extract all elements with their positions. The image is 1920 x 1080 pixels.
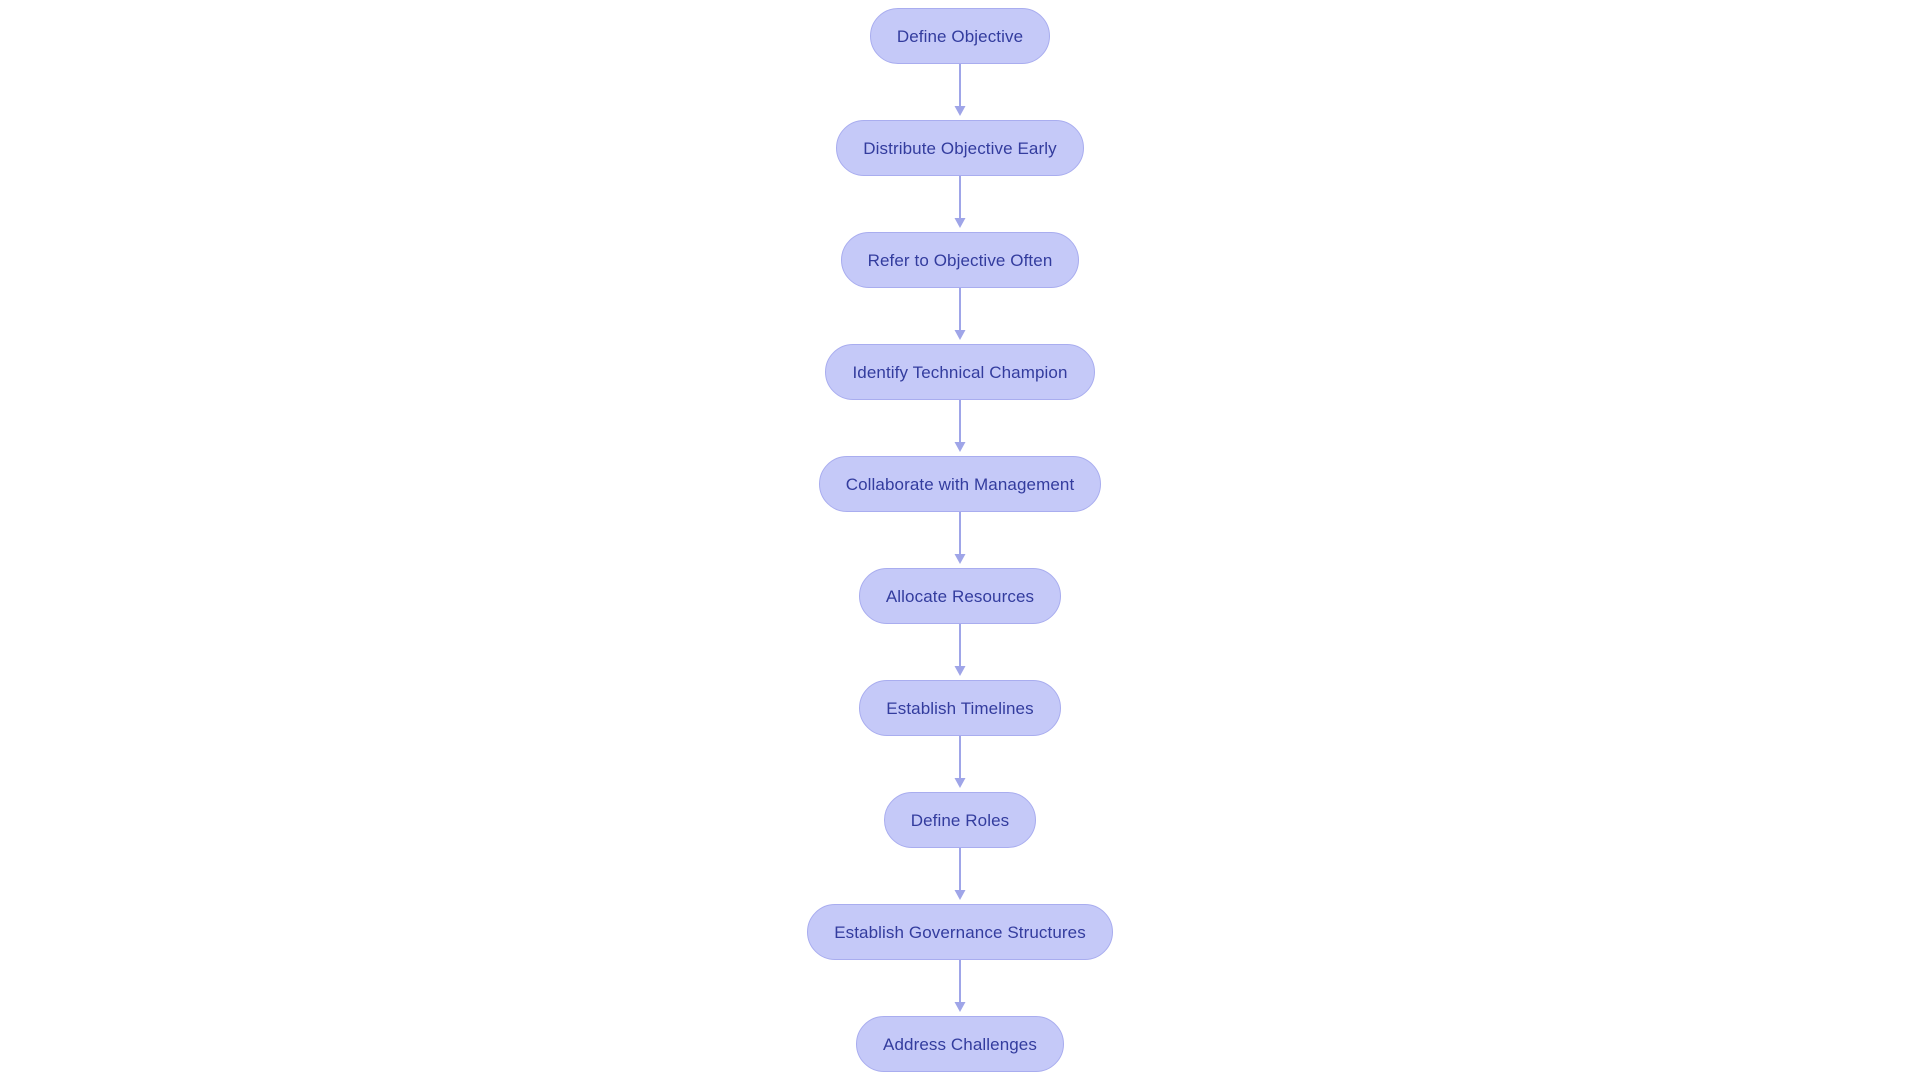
flow-node-define-objective[interactable]: Define Objective xyxy=(869,8,1051,64)
flow-connector-4 xyxy=(948,400,972,456)
flow-node-establish-governance-structures[interactable]: Establish Governance Structures xyxy=(807,904,1113,960)
arrow-down-icon xyxy=(954,106,966,116)
arrow-down-icon xyxy=(954,666,966,676)
arrow-down-icon xyxy=(954,330,966,340)
flow-node-label: Refer to Objective Often xyxy=(867,250,1053,270)
flow-node-identify-technical-champion[interactable]: Identify Technical Champion xyxy=(825,344,1095,400)
flow-connector-6 xyxy=(948,624,972,680)
flowchart-node-chain: Define Objective Distribute Objective Ea… xyxy=(0,0,1920,1080)
flow-node-allocate-resources[interactable]: Allocate Resources xyxy=(858,568,1062,624)
flow-connector-7 xyxy=(948,736,972,792)
flow-node-label: Establish Timelines xyxy=(886,698,1034,718)
flow-connector-8 xyxy=(948,848,972,904)
flow-connector-3 xyxy=(948,288,972,344)
flow-node-distribute-objective-early[interactable]: Distribute Objective Early xyxy=(836,120,1084,176)
flow-connector-1 xyxy=(948,64,972,120)
flow-connector-9 xyxy=(948,960,972,1016)
arrow-down-icon xyxy=(954,778,966,788)
flow-node-collaborate-with-management[interactable]: Collaborate with Management xyxy=(818,456,1102,512)
arrow-down-icon xyxy=(954,1002,966,1012)
flowchart-canvas: Define Objective Distribute Objective Ea… xyxy=(0,0,1920,1080)
flow-connector-2 xyxy=(948,176,972,232)
flow-node-label: Distribute Objective Early xyxy=(863,138,1057,158)
flow-node-label: Define Objective xyxy=(896,26,1024,46)
flow-node-refer-to-objective-often[interactable]: Refer to Objective Often xyxy=(840,232,1080,288)
flow-node-label: Collaborate with Management xyxy=(845,474,1075,494)
flow-node-label: Address Challenges xyxy=(883,1034,1037,1054)
arrow-down-icon xyxy=(954,890,966,900)
arrow-down-icon xyxy=(954,442,966,452)
flow-node-label: Allocate Resources xyxy=(885,586,1035,606)
flow-node-label: Identify Technical Champion xyxy=(852,362,1068,382)
flow-node-address-challenges[interactable]: Address Challenges xyxy=(856,1016,1064,1072)
flow-node-establish-timelines[interactable]: Establish Timelines xyxy=(859,680,1061,736)
flow-node-label: Establish Governance Structures xyxy=(834,922,1086,942)
flow-node-label: Define Roles xyxy=(910,810,1010,830)
flow-connector-5 xyxy=(948,512,972,568)
flow-node-define-roles[interactable]: Define Roles xyxy=(883,792,1037,848)
arrow-down-icon xyxy=(954,554,966,564)
arrow-down-icon xyxy=(954,218,966,228)
